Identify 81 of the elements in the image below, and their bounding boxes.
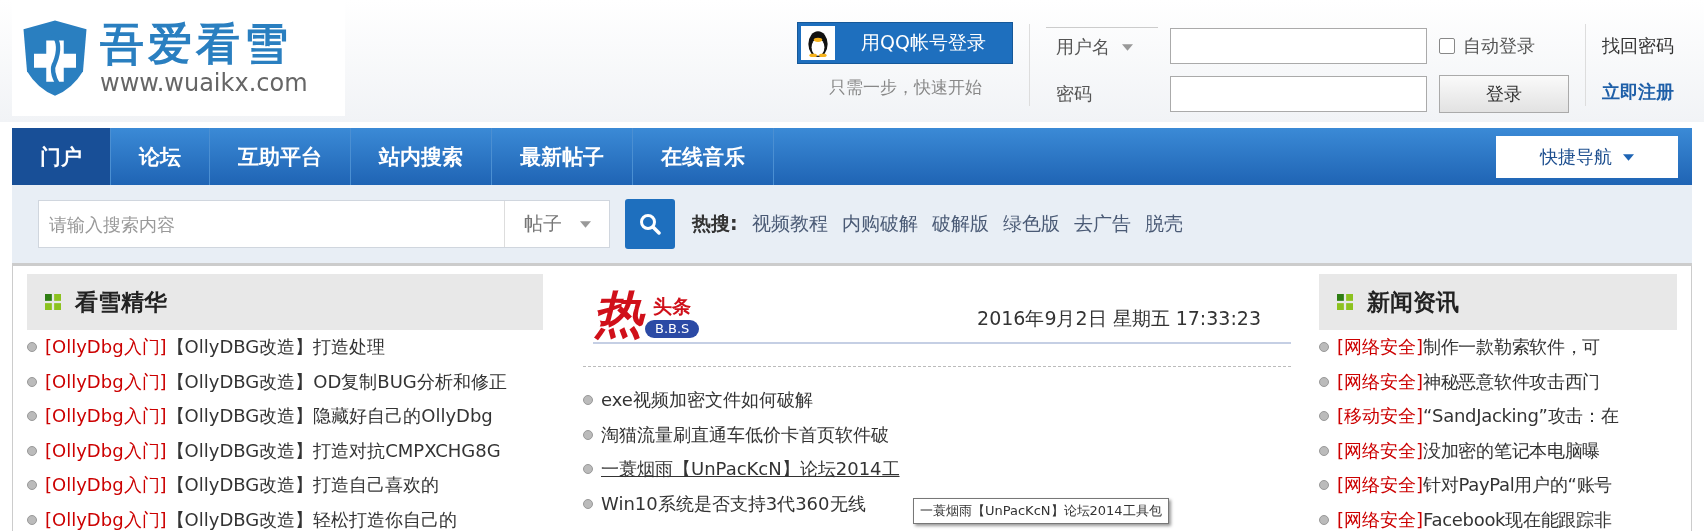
category-link[interactable]: [OllyDbg入门] (45, 335, 167, 360)
category-link[interactable]: [OllyDbg入门] (45, 438, 167, 463)
article-link[interactable]: 没加密的笔记本电脑曝 (1423, 438, 1601, 463)
bullet-icon (1319, 411, 1329, 422)
bullet-icon (27, 342, 37, 353)
section-title: 新闻资讯 (1367, 286, 1459, 317)
category-link[interactable]: [网络安全] (1337, 438, 1424, 463)
article-link[interactable]: 针对PayPal用户的“账号 (1423, 473, 1612, 498)
bullet-icon (1319, 514, 1329, 525)
hot-search-link[interactable]: 视频教程 (751, 211, 828, 237)
nav-tab[interactable]: 门户 (12, 128, 111, 185)
search-field[interactable]: 请输入搜索内容 帖子 (38, 200, 610, 248)
username-selector[interactable]: 用户名 (1046, 27, 1158, 65)
password-field[interactable] (1170, 76, 1427, 112)
article-link[interactable]: 【OllyDBG改造】OD复制BUG分析和修正 (166, 369, 507, 394)
grid-icon (1337, 294, 1353, 310)
search-button[interactable] (625, 199, 675, 249)
article-link[interactable]: 【OllyDBG改造】隐藏好自己的OllyDbg (166, 404, 493, 429)
hot-search-label: 热搜: (692, 211, 738, 236)
site-title: 吾爱看雪 (100, 19, 293, 69)
date-time: 2016年9月2日 星期五 17:33:23 (977, 306, 1261, 331)
category-link[interactable]: [OllyDbg入门] (45, 473, 167, 498)
bullet-icon (1319, 342, 1329, 353)
category-link[interactable]: [网络安全] (1337, 369, 1424, 394)
section-title: 看雪精华 (75, 286, 167, 317)
hot-search-link[interactable]: 去广告 (1073, 211, 1131, 237)
bullet-icon (583, 429, 593, 440)
category-link[interactable]: [网络安全] (1337, 507, 1424, 531)
bullet-icon (27, 445, 37, 456)
tooltip: 一蓑烟雨【UnPacKcN】论坛2014工具包 (913, 498, 1169, 524)
auto-login-checkbox[interactable]: 自动登录 (1439, 34, 1535, 58)
bullet-icon (583, 464, 593, 475)
caret-icon (1121, 44, 1133, 51)
penguin-icon (801, 26, 835, 60)
headline-link[interactable]: Win10系统是否支持3代360无线 (601, 491, 866, 516)
grid-icon (45, 294, 61, 310)
bullet-icon (583, 498, 593, 509)
category-link[interactable]: [OllyDbg入门] (45, 507, 167, 531)
article-link[interactable]: “SandJacking”攻击：在 (1423, 404, 1619, 429)
site-url: www.wuaikx.com (100, 69, 308, 97)
bullet-icon (27, 514, 37, 525)
headline-link[interactable]: 一蓑烟雨【UnPacKcN】论坛2014工 (601, 457, 900, 482)
headline-label: 头条 (653, 294, 692, 319)
category-link[interactable]: [网络安全] (1337, 473, 1424, 498)
username-field[interactable] (1170, 28, 1427, 64)
password-label: 密码 (1055, 82, 1093, 106)
headline-link[interactable]: exe视频加密文件如何破解 (601, 388, 813, 413)
caret-icon (1623, 154, 1635, 161)
hot-search-link[interactable]: 绿色版 (1002, 211, 1060, 237)
article-link[interactable]: 【OllyDBG改造】打造自己喜欢的 (166, 473, 440, 498)
article-link[interactable]: 【OllyDBG改造】打造对抗CMPXCHG8G (166, 438, 501, 463)
search-scope-dropdown[interactable]: 帖子 (504, 201, 609, 247)
bullet-icon (1319, 480, 1329, 491)
bullet-icon (1319, 445, 1329, 456)
qq-login-button[interactable]: 用QQ帐号登录 (797, 22, 1013, 64)
category-link[interactable]: [OllyDbg入门] (45, 404, 167, 429)
qq-login-hint: 只需一步，快速开始 (828, 76, 982, 99)
bullet-icon (27, 376, 37, 387)
login-button[interactable]: 登录 (1439, 75, 1569, 113)
bullet-icon (27, 480, 37, 491)
headline-link[interactable]: 淘猫流量刷直通车低价卡首页软件破 (601, 422, 889, 447)
search-icon (639, 213, 661, 235)
bbs-badge: B.B.S (645, 320, 700, 338)
article-link[interactable]: 制作一款勒索软件，可 (1423, 335, 1601, 360)
bullet-icon (27, 411, 37, 422)
category-link[interactable]: [网络安全] (1337, 335, 1424, 360)
account-link[interactable]: 立即注册 (1602, 80, 1674, 104)
bullet-icon (1319, 376, 1329, 387)
quick-nav-button[interactable]: 快捷导航 (1496, 135, 1678, 178)
article-link[interactable]: Facebook现在能跟踪非 (1423, 507, 1612, 531)
article-link[interactable]: 【OllyDBG改造】轻松打造你自己的 (166, 507, 458, 531)
article-link[interactable]: 神秘恶意软件攻击西门 (1423, 369, 1601, 394)
hot-search-link[interactable]: 内购破解 (841, 211, 918, 237)
account-link[interactable]: 找回密码 (1602, 34, 1674, 58)
caret-icon (579, 220, 591, 228)
category-link[interactable]: [移动安全] (1337, 404, 1424, 429)
hot-search-link[interactable]: 破解版 (931, 211, 989, 237)
hot-search-link[interactable]: 脱壳 (1144, 211, 1183, 237)
article-link[interactable]: 【OllyDBG改造】打造处理 (166, 335, 386, 360)
category-link[interactable]: [OllyDbg入门] (45, 369, 167, 394)
bullet-icon (583, 395, 593, 406)
